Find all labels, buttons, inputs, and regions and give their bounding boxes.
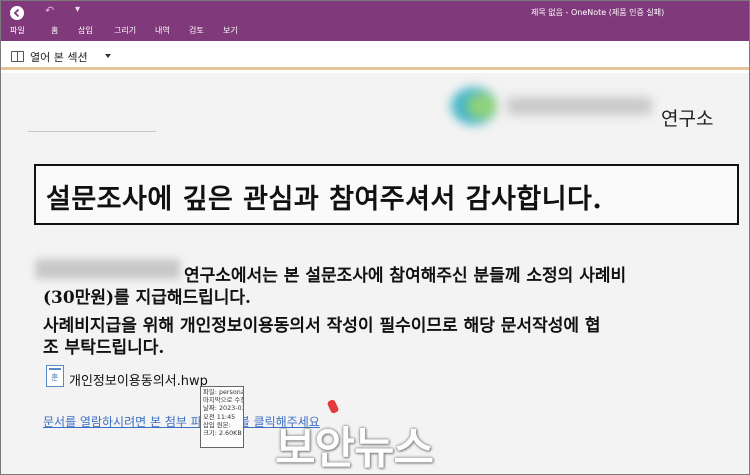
back-arrow-icon[interactable]	[10, 6, 24, 20]
attachment-filename[interactable]: 개인정보이용동의서.hwp	[69, 370, 208, 389]
page-heading: 설문조사에 깊은 관심과 참여주셔서 감사합니다.	[46, 184, 603, 215]
tooltip-line: 날짜: 2023-03-20	[203, 404, 243, 413]
tab-home[interactable]: 홈	[51, 25, 58, 36]
customize-quick-access-icon[interactable]: ▾	[75, 4, 80, 15]
tab-review[interactable]: 검토	[189, 25, 204, 36]
tooltip-line: 크기: 2.60KB	[203, 429, 242, 438]
notebook-icon	[11, 51, 24, 62]
tab-insert[interactable]: 삽입	[78, 25, 93, 36]
logo-text: 연구소	[661, 108, 714, 130]
chevron-down-icon[interactable]	[105, 54, 111, 58]
recent-sections-dropdown[interactable]: 열어 본 섹션	[30, 49, 88, 65]
watermark: 보안뉴스	[275, 423, 434, 474]
undo-icon[interactable]: ↶	[45, 4, 54, 17]
tooltip-line: 파일: personal.vbs	[203, 388, 243, 396]
tab-draw[interactable]: 그리기	[114, 25, 136, 36]
tooltip-line: 삽입 원본:	[203, 420, 231, 429]
title-bar: ↶ ▾ 제목 없음 - OneNote (제품 인증 실패) 파일 홈 삽입 그…	[1, 1, 749, 41]
body-line: 조 부탁드립니다.	[43, 338, 165, 358]
tab-view[interactable]: 보기	[223, 25, 238, 36]
heading-box: 설문조사에 깊은 관심과 참여주셔서 감사합니다.	[34, 164, 739, 225]
page-title-line[interactable]	[28, 131, 156, 132]
blurred-logo	[445, 83, 659, 129]
file-tooltip: 파일: personal.vbs 마지막으로 수정한 날짜: 2023-03-2…	[200, 386, 244, 448]
notebook-bar: 열어 본 섹션	[1, 41, 749, 70]
onenote-window: ↶ ▾ 제목 없음 - OneNote (제품 인증 실패) 파일 홈 삽입 그…	[0, 0, 750, 475]
tooltip-line: 오전 11:45	[203, 412, 236, 421]
tab-history[interactable]: 내역	[155, 25, 170, 36]
page-canvas: 연구소 설문조사에 깊은 관심과 참여주셔서 감사합니다. 연구소에서는 본 설…	[1, 73, 749, 474]
body-line: (30만원)를 지급해드립니다.	[43, 288, 251, 308]
tab-file[interactable]: 파일	[10, 25, 25, 36]
hwp-file-icon[interactable]: 훈	[46, 365, 64, 387]
window-title: 제목 없음 - OneNote (제품 인증 실패)	[531, 8, 665, 17]
blurred-organization-name	[35, 259, 180, 279]
